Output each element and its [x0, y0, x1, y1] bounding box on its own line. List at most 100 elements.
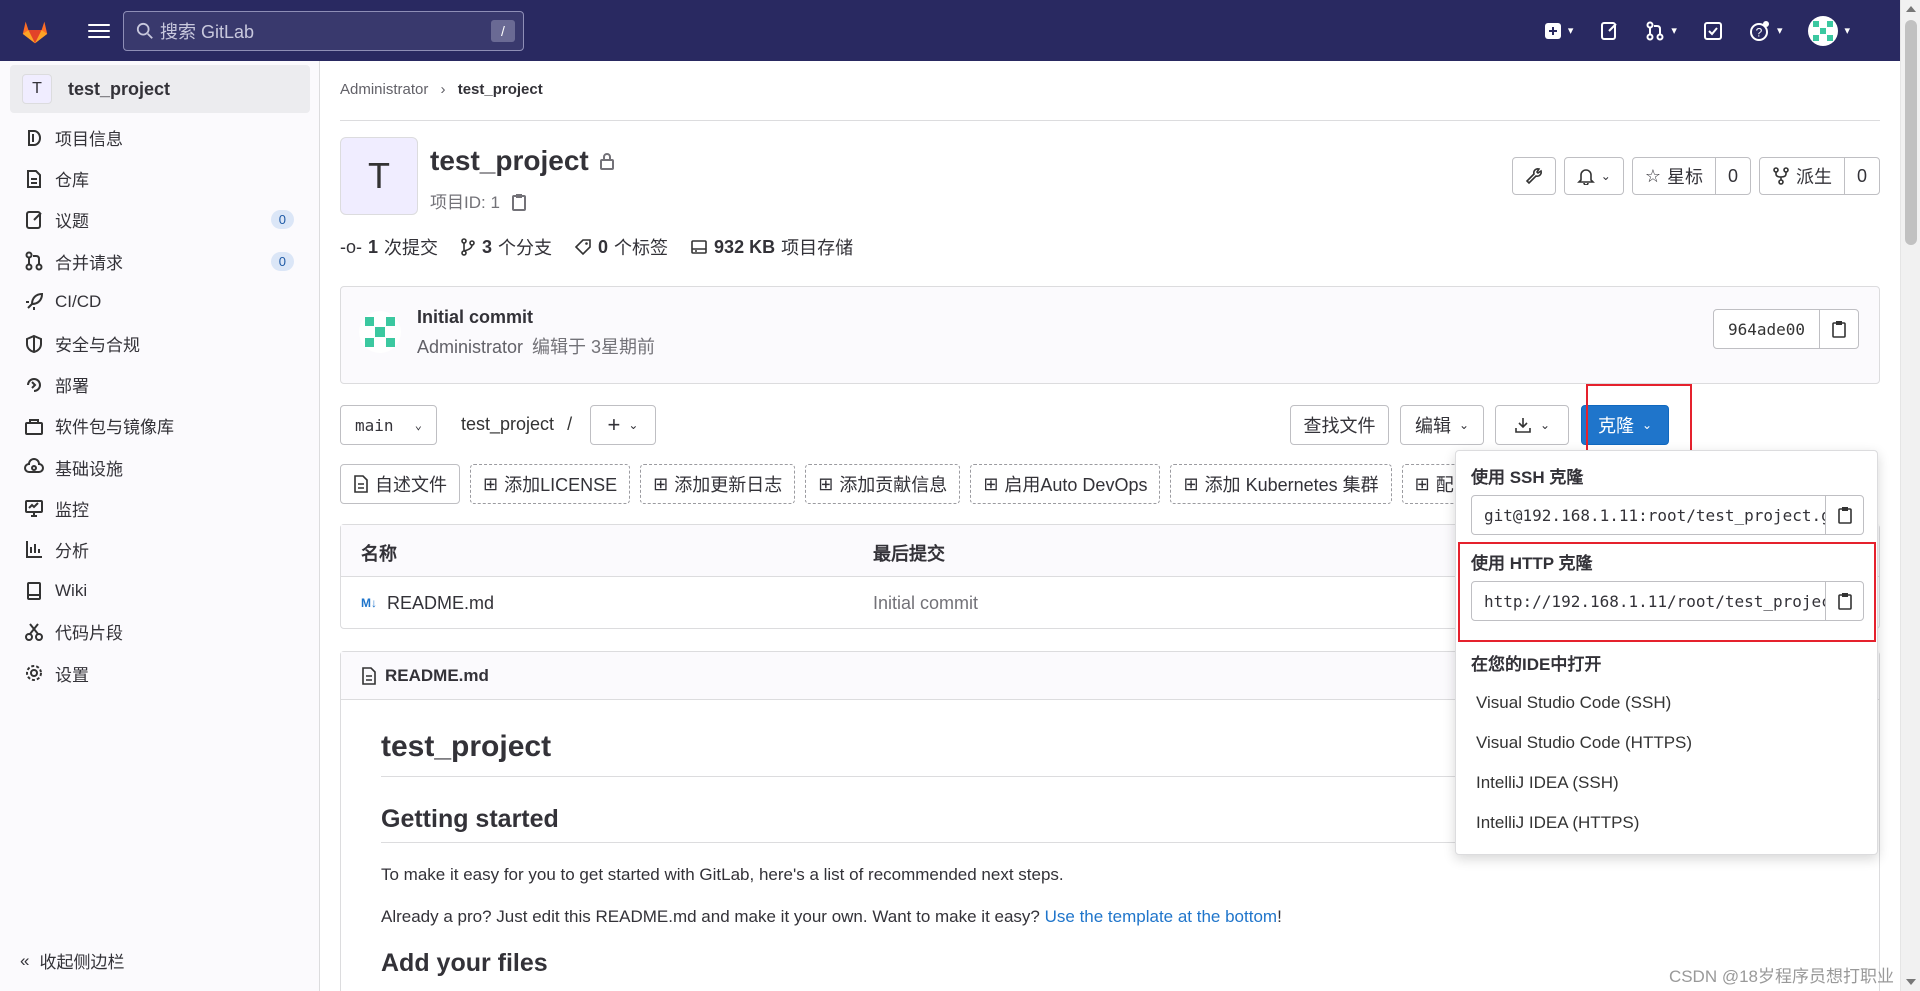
ide-option-vscode-ssh[interactable]: Visual Studio Code (SSH): [1476, 693, 1671, 713]
cloud-icon: [24, 458, 44, 474]
readme-quick-button[interactable]: 自述文件: [340, 464, 460, 504]
fork-count[interactable]: 0: [1843, 158, 1879, 194]
user-menu-button[interactable]: ▾: [1808, 15, 1850, 46]
copy-http-url-button[interactable]: [1825, 582, 1863, 620]
branch-selector[interactable]: main ⌄: [340, 405, 437, 445]
sidebar-item-infrastructure[interactable]: 基础设施: [10, 447, 310, 488]
scroll-down-arrow-icon[interactable]: [1906, 979, 1916, 985]
ide-option-intellij-https[interactable]: IntelliJ IDEA (HTTPS): [1476, 813, 1639, 833]
add-contributing-button[interactable]: ⊞ 添加贡献信息: [805, 464, 961, 504]
ide-option-vscode-https[interactable]: Visual Studio Code (HTTPS): [1476, 733, 1692, 753]
avatar[interactable]: [359, 311, 401, 353]
tags-stat[interactable]: 0 个标签: [574, 234, 668, 260]
sidebar-item-security[interactable]: 安全与合规: [10, 323, 310, 364]
help-button[interactable]: ? ▾: [1749, 20, 1782, 42]
star-count[interactable]: 0: [1714, 158, 1750, 194]
readme-file-name[interactable]: README.md: [385, 666, 489, 686]
storage-stat[interactable]: 932 KB 项目存储: [690, 234, 853, 260]
ssh-url-input[interactable]: git@192.168.1.11:root/test_project.git: [1472, 496, 1825, 534]
branch-icon: [461, 238, 475, 256]
quick-actions: 自述文件 ⊞ 添加LICENSE ⊞ 添加更新日志 ⊞ 添加贡献信息 ⊞ 启用A…: [340, 464, 1467, 504]
sidebar-item-analytics[interactable]: 分析: [10, 529, 310, 570]
tags-label: 个标签: [614, 238, 669, 258]
issues-button[interactable]: [1599, 21, 1619, 41]
copy-ssh-url-button[interactable]: [1825, 496, 1863, 534]
settings-wrench-button[interactable]: [1511, 157, 1556, 195]
breadcrumb-separator-icon: ›: [440, 81, 446, 98]
commit-author[interactable]: Administrator: [417, 337, 523, 357]
scrollbar-thumb[interactable]: [1905, 20, 1917, 245]
repo-path-root[interactable]: test_project: [461, 414, 554, 434]
commit-sha[interactable]: 964ade00: [1714, 310, 1820, 348]
search-input[interactable]: 搜索 GitLab /: [123, 11, 524, 51]
http-url-input[interactable]: http://192.168.1.11/root/test_project.gi…: [1472, 582, 1825, 620]
edit-dropdown-button[interactable]: 编辑 ⌄: [1400, 405, 1484, 445]
issues-icon: [26, 210, 42, 229]
readme-paragraph: To make it easy for you to get started w…: [381, 865, 1064, 884]
sidebar-item-label: 部署: [55, 377, 89, 397]
sidebar-item-merge-requests[interactable]: 合并请求 0: [10, 241, 310, 282]
bell-icon: [1576, 169, 1595, 185]
sidebar-project-name: test_project: [68, 78, 171, 99]
find-file-button[interactable]: 查找文件: [1290, 405, 1389, 445]
clone-dropdown: 使用 SSH 克隆 git@192.168.1.11:root/test_pro…: [1455, 450, 1878, 855]
copy-sha-button[interactable]: [1820, 310, 1858, 348]
star-button[interactable]: ☆ 星标: [1633, 158, 1715, 194]
breadcrumb-current[interactable]: test_project: [458, 81, 543, 98]
sidebar-item-issues[interactable]: 议题 0: [10, 199, 310, 240]
create-new-button[interactable]: ▾: [1544, 22, 1573, 40]
sidebar-item-packages[interactable]: 软件包与镜像库: [10, 405, 310, 446]
sidebar-item-deployments[interactable]: 部署: [10, 364, 310, 405]
commits-count: 1: [368, 236, 379, 257]
scroll-up-arrow-icon[interactable]: [1906, 6, 1916, 12]
sidebar-item-project-info[interactable]: 项目信息: [10, 117, 310, 158]
branches-label: 个分支: [498, 238, 553, 258]
collapse-sidebar-button[interactable]: « 收起侧边栏: [20, 948, 124, 973]
enable-auto-devops-button[interactable]: ⊞ 启用Auto DevOps: [970, 464, 1161, 504]
add-license-button[interactable]: ⊞ 添加LICENSE: [470, 464, 631, 504]
sidebar-item-settings[interactable]: 设置: [10, 652, 310, 693]
sidebar-nav: 项目信息 仓库 议题 0 合并请求 0 CI/CD 安全与合规 部署 软件包与镜…: [10, 117, 310, 694]
sidebar: T test_project 项目信息 仓库 议题 0 合并请求 0 CI/CD…: [0, 61, 320, 991]
fork-button[interactable]: 派生: [1760, 158, 1844, 194]
add-file-dropdown[interactable]: + ⌄: [590, 405, 656, 445]
copy-icon: [1837, 507, 1852, 524]
menu-icon[interactable]: [88, 23, 110, 38]
storage-size: 932 KB: [714, 236, 776, 257]
gitlab-logo-icon[interactable]: [20, 16, 50, 46]
copy-icon: [1837, 593, 1852, 610]
add-changelog-button[interactable]: ⊞ 添加更新日志: [640, 464, 796, 504]
file-name[interactable]: README.md: [387, 593, 494, 614]
commits-stat[interactable]: -o- 1 次提交: [340, 234, 438, 260]
sidebar-item-cicd[interactable]: CI/CD: [10, 282, 310, 323]
plus-square-icon: ⊞: [1414, 473, 1430, 494]
sidebar-item-monitor[interactable]: 监控: [10, 488, 310, 529]
sidebar-item-label: 代码片段: [55, 624, 123, 644]
top-navbar: 搜索 GitLab / ▾ ▾ ? ▾ ▾: [0, 0, 1900, 61]
sidebar-item-wiki[interactable]: Wiki: [10, 570, 310, 611]
copy-icon[interactable]: [511, 193, 527, 211]
sidebar-item-repository[interactable]: 仓库: [10, 158, 310, 199]
last-commit-box: Initial commit Administrator 编辑于 3星期前 96…: [340, 286, 1880, 384]
plus-square-icon: ⊞: [1183, 473, 1199, 494]
template-link[interactable]: Use the template at the bottom: [1045, 907, 1277, 926]
shield-icon: [26, 334, 42, 353]
project-stats: -o- 1 次提交 3 个分支 0 个标签 932 KB 项目存储: [340, 234, 853, 260]
fork-button-group: 派生 0: [1758, 157, 1880, 195]
breadcrumb-parent[interactable]: Administrator: [340, 81, 428, 98]
merge-requests-button[interactable]: ▾: [1645, 21, 1677, 41]
sidebar-project-link[interactable]: T test_project: [10, 65, 310, 113]
chevron-down-icon: ▾: [1844, 25, 1850, 37]
commit-title[interactable]: Initial commit: [417, 307, 533, 328]
page-scrollbar[interactable]: [1900, 0, 1920, 991]
fork-label: 派生: [1795, 167, 1832, 187]
branches-stat[interactable]: 3 个分支: [460, 234, 552, 260]
ide-option-intellij-ssh[interactable]: IntelliJ IDEA (SSH): [1476, 773, 1619, 793]
file-last-commit[interactable]: Initial commit: [873, 593, 978, 614]
todos-button[interactable]: [1703, 21, 1723, 41]
download-dropdown-button[interactable]: ⌄: [1495, 405, 1569, 445]
project-name: test_project: [430, 145, 589, 176]
notifications-button[interactable]: ⌄: [1563, 157, 1624, 195]
add-kubernetes-cluster-button[interactable]: ⊞ 添加 Kubernetes 集群: [1170, 464, 1392, 504]
sidebar-item-snippets[interactable]: 代码片段: [10, 611, 310, 652]
